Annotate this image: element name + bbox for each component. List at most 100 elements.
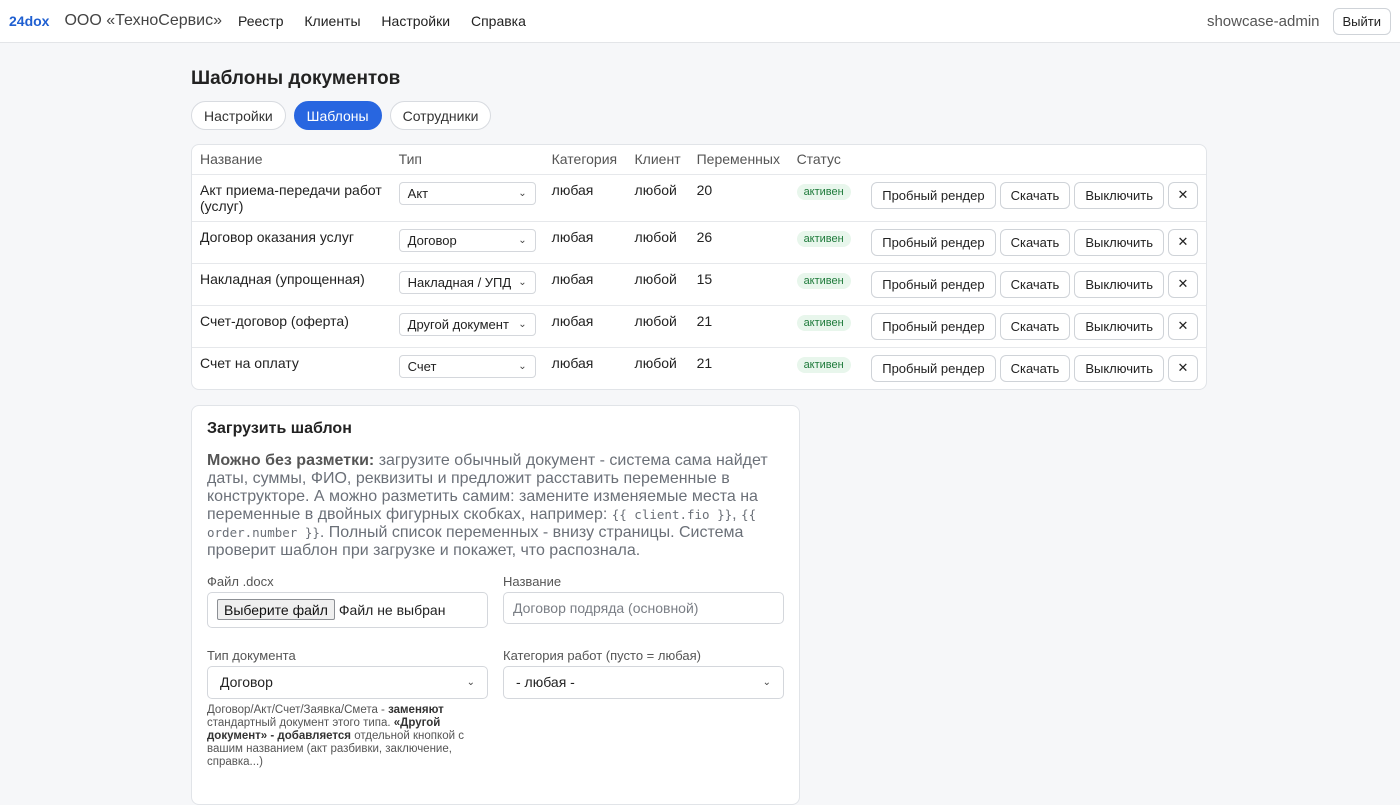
- test-render-button[interactable]: Пробный рендер: [871, 228, 996, 256]
- col-vars: Переменных: [688, 145, 789, 175]
- top-bar: 24dox ООО «ТехноСервис» Реестр Клиенты Н…: [0, 0, 1400, 43]
- type-value: Акт: [407, 185, 429, 201]
- test-render-button[interactable]: Пробный рендер: [871, 312, 996, 340]
- template-name: Счет-договор (оферта): [192, 305, 391, 348]
- nav-help[interactable]: Справка: [471, 13, 526, 29]
- file-input[interactable]: Выберите файл Файл не выбран: [207, 591, 488, 628]
- category-cell: любая: [543, 305, 627, 348]
- vars-cell: 21: [688, 305, 789, 348]
- tab-settings[interactable]: Настройки: [191, 101, 286, 130]
- name-label: Название: [503, 573, 562, 589]
- delete-icon[interactable]: ✕: [1168, 270, 1198, 298]
- vars-cell: 20: [688, 174, 789, 222]
- upload-title: Загрузить шаблон: [207, 419, 352, 437]
- download-button[interactable]: Скачать: [999, 270, 1071, 298]
- upload-template-card: Загрузить шаблон Можно без разметки: заг…: [191, 404, 800, 805]
- main-nav: Реестр Клиенты Настройки Справка: [238, 13, 543, 29]
- nav-registry[interactable]: Реестр: [238, 13, 284, 29]
- brand-logo[interactable]: 24dox: [9, 13, 49, 29]
- download-button[interactable]: Скачать: [999, 181, 1071, 209]
- category-cell: любая: [543, 221, 627, 264]
- client-cell: любой: [626, 221, 689, 264]
- col-category: Категория: [543, 145, 627, 175]
- main-content: Шаблоны документов Настройки Шаблоны Сот…: [191, 44, 1207, 805]
- current-user: showcase-admin: [1206, 12, 1320, 30]
- chevron-down-icon: ⌄: [762, 676, 771, 688]
- col-name: Название: [192, 145, 391, 175]
- file-status: Файл не выбран: [338, 601, 446, 618]
- doctype-select[interactable]: Договор ⌄: [207, 665, 488, 699]
- type-value: Другой документ: [407, 316, 509, 332]
- chevron-down-icon: ⌄: [518, 318, 527, 330]
- client-cell: любой: [626, 263, 689, 306]
- category-cell: любая: [551, 354, 594, 371]
- organization-name: ООО «ТехноСервис»: [64, 12, 222, 29]
- disable-button[interactable]: Выключить: [1074, 270, 1164, 298]
- tab-templates[interactable]: Шаблоны: [293, 101, 382, 130]
- doctype-note: Договор/Акт/Счет/Заявка/Смета - заменяют…: [207, 704, 488, 769]
- tab-employees[interactable]: Сотрудники: [389, 101, 492, 130]
- upload-hint: Можно без разметки: загрузите обычный до…: [207, 452, 784, 560]
- disable-button[interactable]: Выключить: [1074, 312, 1164, 340]
- delete-icon[interactable]: ✕: [1168, 354, 1198, 382]
- nav-clients[interactable]: Клиенты: [304, 13, 360, 29]
- vars-cell: 15: [688, 263, 789, 306]
- table-row: Счет-договор (оферта) Другой документ ⌄ люб…: [192, 305, 1206, 348]
- type-select[interactable]: Накладная / УПД ⌄: [398, 270, 536, 294]
- test-render-button[interactable]: Пробный рендер: [871, 354, 996, 382]
- disable-button[interactable]: Выключить: [1074, 228, 1164, 256]
- status-badge: активен: [796, 356, 851, 373]
- type-value: Накладная / УПД: [407, 274, 512, 290]
- chevron-down-icon: ⌄: [518, 234, 527, 246]
- status-badge: активен: [796, 183, 851, 200]
- hint-sep: ,: [732, 505, 742, 523]
- category-select[interactable]: - любая - ⌄: [503, 665, 784, 699]
- test-render-button[interactable]: Пробный рендер: [871, 181, 996, 209]
- client-cell: любой: [634, 354, 677, 371]
- table-row: Счет на оплату Счет ⌄ любая любой 21 активен Пр…: [192, 347, 1206, 389]
- delete-icon[interactable]: ✕: [1168, 312, 1198, 340]
- chevron-down-icon: ⌄: [518, 360, 527, 372]
- note-1: Договор/Акт/Счет/Заявка/Смета -: [207, 703, 389, 716]
- test-render-button[interactable]: Пробный рендер: [871, 270, 996, 298]
- note-b1: заменяют: [388, 703, 444, 716]
- col-type: Тип: [390, 145, 544, 175]
- disable-button[interactable]: Выключить: [1074, 181, 1164, 209]
- delete-icon[interactable]: ✕: [1168, 228, 1198, 256]
- logout-button[interactable]: Выйти: [1332, 7, 1391, 35]
- template-name-input[interactable]: [503, 591, 784, 624]
- table-row: Акт приема-передачи работ (услуг) Акт ⌄ люб…: [192, 174, 1206, 222]
- category-cell: любая: [543, 263, 627, 306]
- type-select[interactable]: Акт ⌄: [398, 181, 536, 205]
- col-actions: [863, 145, 1206, 175]
- choose-file-button[interactable]: Выберите файл: [217, 599, 335, 620]
- hint-bold: Можно без разметки:: [207, 451, 375, 469]
- table-row: Договор оказания услуг Договор ⌄ любая любой…: [192, 221, 1206, 264]
- disable-button[interactable]: Выключить: [1074, 354, 1164, 382]
- type-select[interactable]: Счет ⌄: [398, 354, 536, 378]
- type-value: Договор: [407, 232, 457, 248]
- category-value: - любая -: [516, 674, 575, 690]
- table-row: Накладная (упрощенная) Накладная / УПД ⌄ лю…: [192, 263, 1206, 306]
- page-title: Шаблоны документов: [191, 68, 401, 89]
- download-button[interactable]: Скачать: [999, 312, 1071, 340]
- doctype-label: Тип документа: [207, 647, 296, 663]
- chevron-down-icon: ⌄: [518, 187, 527, 199]
- download-button[interactable]: Скачать: [999, 228, 1071, 256]
- category-label: Категория работ (пусто = любая): [503, 647, 701, 663]
- type-select[interactable]: Другой документ ⌄: [398, 312, 536, 336]
- chevron-down-icon: ⌄: [466, 676, 475, 688]
- template-name: Накладная (упрощенная): [192, 263, 391, 306]
- status-badge: активен: [796, 314, 851, 331]
- nav-settings[interactable]: Настройки: [381, 13, 450, 29]
- template-name: Договор оказания услуг: [192, 221, 391, 264]
- category-cell: любая: [543, 174, 627, 222]
- note-2: стандартный документ этого типа.: [207, 716, 394, 729]
- status-badge: активен: [796, 272, 851, 289]
- download-button[interactable]: Скачать: [999, 354, 1071, 382]
- templates-table: Название Тип Категория Клиент Переменных…: [192, 145, 1206, 389]
- delete-icon[interactable]: ✕: [1168, 181, 1198, 209]
- client-cell: любой: [626, 174, 689, 222]
- file-label: Файл .docx: [207, 573, 274, 589]
- type-select[interactable]: Договор ⌄: [398, 228, 536, 252]
